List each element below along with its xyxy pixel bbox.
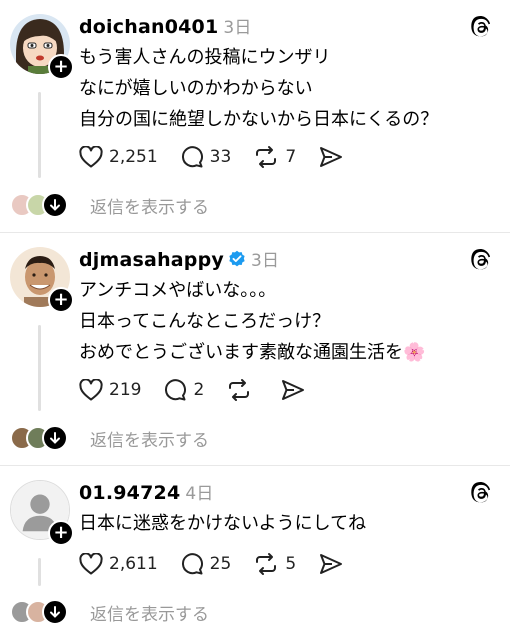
repost-icon <box>229 379 250 401</box>
post-text-line: 自分の国に絶望しかないから日本にくるの？ <box>79 109 439 130</box>
username[interactable]: djmasahappy <box>79 249 224 271</box>
follow-plus-icon[interactable]: + <box>48 287 74 313</box>
show-replies-row[interactable]: 返信を表示する <box>10 599 209 625</box>
repost-icon <box>256 553 277 575</box>
follow-plus-icon[interactable]: + <box>48 54 74 80</box>
arrow-down-icon <box>42 425 68 451</box>
heart-icon <box>79 379 103 401</box>
post-2-text: アンチコメやばいな。。。 日本ってこんなところだっけ？ おめでとうございます素敵… <box>79 275 425 368</box>
post-text-line: おめでとうございます素敵な通園生活を🌸 <box>79 342 426 363</box>
comment-icon <box>181 146 203 168</box>
post-text-line: 日本に迷惑をかけないようにしてね <box>79 513 367 534</box>
post-1-actions: 2,251 33 7 <box>79 145 372 169</box>
repost-count: 7 <box>285 147 297 167</box>
timestamp: 3日 <box>251 251 280 271</box>
repost-button[interactable]: 7 <box>253 145 296 169</box>
follow-plus-icon[interactable]: + <box>48 520 74 546</box>
post-2: + djmasahappy 3日 アンチコメやばいな。。。 日本ってこんなところだ… <box>0 233 510 466</box>
like-button[interactable]: 219 <box>79 379 141 401</box>
show-replies-row[interactable]: 返信を表示する <box>10 192 209 218</box>
username[interactable]: doichan0401 <box>79 16 218 38</box>
post-3-avatar-wrap[interactable]: + <box>10 480 74 546</box>
post-1-avatar-wrap[interactable]: + <box>10 14 74 80</box>
like-count: 2,251 <box>109 147 158 167</box>
threads-logo-icon[interactable] <box>470 481 492 505</box>
post-2-username-row: djmasahappy 3日 <box>79 246 279 271</box>
comment-button[interactable]: 2 <box>163 378 204 402</box>
post-3-username-row: 01.94724 4日 <box>79 479 214 504</box>
post-text-line: アンチコメやばいな。。。 <box>79 280 277 301</box>
comment-button[interactable]: 25 <box>180 552 232 576</box>
username[interactable]: 01.94724 <box>79 482 180 504</box>
thread-line <box>38 558 41 586</box>
threads-logo-icon[interactable] <box>470 15 492 39</box>
post-3-text: 日本に迷惑をかけないようにしてね <box>79 508 366 539</box>
post-2-actions: 219 2 <box>79 378 334 402</box>
share-button[interactable] <box>318 145 350 169</box>
share-button[interactable] <box>318 552 350 576</box>
post-1-username-row: doichan0401 3日 <box>79 13 252 38</box>
send-icon <box>282 380 305 400</box>
arrow-down-icon <box>42 599 68 625</box>
comment-button[interactable]: 33 <box>180 145 232 169</box>
post-1: + doichan0401 3日 もう害人さんの投稿にウンザリ なにが嬉しいのかわ… <box>0 0 510 233</box>
timestamp: 3日 <box>223 18 252 38</box>
repost-button[interactable] <box>226 378 258 402</box>
post-3: + 01.94724 4日 日本に迷惑をかけないようにしてね 2,611 25 5 <box>0 466 510 640</box>
post-text-line: なにが嬉しいのかわからない <box>79 78 313 99</box>
thread-line <box>38 92 41 178</box>
thread-line <box>38 325 41 411</box>
repost-count: 5 <box>285 554 297 574</box>
like-count: 2,611 <box>109 554 158 574</box>
post-text-line: 日本ってこんなところだっけ？ <box>79 311 331 332</box>
heart-icon <box>79 553 103 575</box>
send-icon <box>320 147 343 167</box>
share-button[interactable] <box>280 378 312 402</box>
arrow-down-icon <box>42 192 68 218</box>
comment-count: 25 <box>209 554 232 574</box>
comment-count: 33 <box>209 147 232 167</box>
heart-icon <box>79 146 103 168</box>
post-2-avatar-wrap[interactable]: + <box>10 247 74 313</box>
post-1-text: もう害人さんの投稿にウンザリ なにが嬉しいのかわからない 自分の国に絶望しかない… <box>79 42 438 135</box>
like-count: 219 <box>109 380 142 400</box>
repost-button[interactable]: 5 <box>253 552 296 576</box>
post-3-actions: 2,611 25 5 <box>79 552 372 576</box>
like-button[interactable]: 2,251 <box>79 146 158 168</box>
show-replies-link[interactable]: 返信を表示する <box>90 600 209 625</box>
threads-logo-icon[interactable] <box>470 248 492 272</box>
timestamp: 4日 <box>185 484 214 504</box>
show-replies-link[interactable]: 返信を表示する <box>90 193 209 218</box>
comment-count: 2 <box>193 380 205 400</box>
comment-icon <box>165 379 187 401</box>
comment-icon <box>181 553 203 575</box>
send-icon <box>320 554 343 574</box>
show-replies-row[interactable]: 返信を表示する <box>10 425 209 451</box>
repost-icon <box>256 146 277 168</box>
like-button[interactable]: 2,611 <box>79 553 158 575</box>
show-replies-link[interactable]: 返信を表示する <box>90 426 209 451</box>
post-text-line: もう害人さんの投稿にウンザリ <box>79 47 331 68</box>
verified-badge-icon <box>229 250 245 267</box>
